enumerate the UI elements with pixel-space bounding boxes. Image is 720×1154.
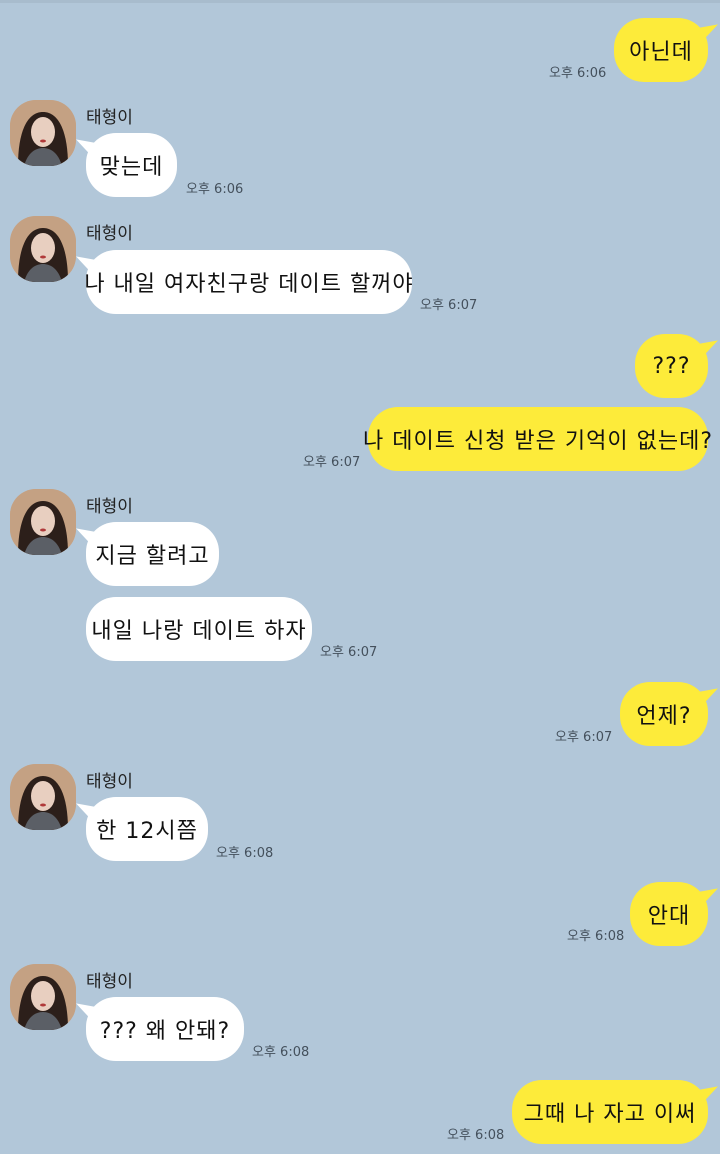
message-time: 오후 6:07 [320, 645, 378, 660]
profile-photo-icon [10, 764, 76, 830]
message-time: 오후 6:08 [216, 846, 274, 861]
message-time: 오후 6:07 [303, 455, 361, 470]
avatar[interactable] [10, 216, 76, 282]
message-time: 오후 6:06 [549, 66, 607, 81]
sender-name: 태형이 [86, 772, 133, 792]
their-message-bubble[interactable]: ??? 왜 안돼? [86, 997, 244, 1061]
sender-name: 태형이 [86, 972, 133, 992]
message-time: 오후 6:08 [447, 1128, 505, 1143]
my-message-bubble[interactable]: 안대 [630, 882, 708, 946]
my-message-bubble[interactable]: 아닌데 [614, 18, 708, 82]
their-message-bubble[interactable]: 지금 할려고 [86, 522, 219, 586]
profile-photo-icon [10, 100, 76, 166]
sender-name: 태형이 [86, 497, 133, 517]
avatar[interactable] [10, 489, 76, 555]
my-message-bubble[interactable]: 나 데이트 신청 받은 기억이 없는데? [363, 407, 712, 471]
sender-name: 태형이 [86, 224, 133, 244]
their-message-bubble[interactable]: 한 12시쯤 [86, 797, 208, 861]
my-message-bubble[interactable]: 언제? [620, 682, 708, 746]
sender-name: 태형이 [86, 108, 133, 128]
top-divider [0, 0, 720, 3]
chat-room: 아닌데 오후 6:06 태형이 맞는데 오후 6:06 태형이 나 내일 여자친… [0, 0, 720, 1154]
their-message-bubble[interactable]: 나 내일 여자친구랑 데이트 할꺼야 [84, 250, 413, 314]
message-time: 오후 6:07 [555, 730, 613, 745]
message-time: 오후 6:06 [186, 182, 244, 197]
message-time: 오후 6:08 [252, 1045, 310, 1060]
avatar[interactable] [10, 764, 76, 830]
profile-photo-icon [10, 964, 76, 1030]
message-time: 오후 6:07 [420, 298, 478, 313]
my-message-bubble[interactable]: 그때 나 자고 이써 [512, 1080, 708, 1144]
profile-photo-icon [10, 216, 76, 282]
my-message-bubble[interactable]: ??? [635, 334, 708, 398]
avatar[interactable] [10, 100, 76, 166]
their-message-bubble[interactable]: 맞는데 [86, 133, 177, 197]
avatar[interactable] [10, 964, 76, 1030]
profile-photo-icon [10, 489, 76, 555]
their-message-bubble[interactable]: 내일 나랑 데이트 하자 [86, 597, 312, 661]
message-time: 오후 6:08 [567, 929, 625, 944]
